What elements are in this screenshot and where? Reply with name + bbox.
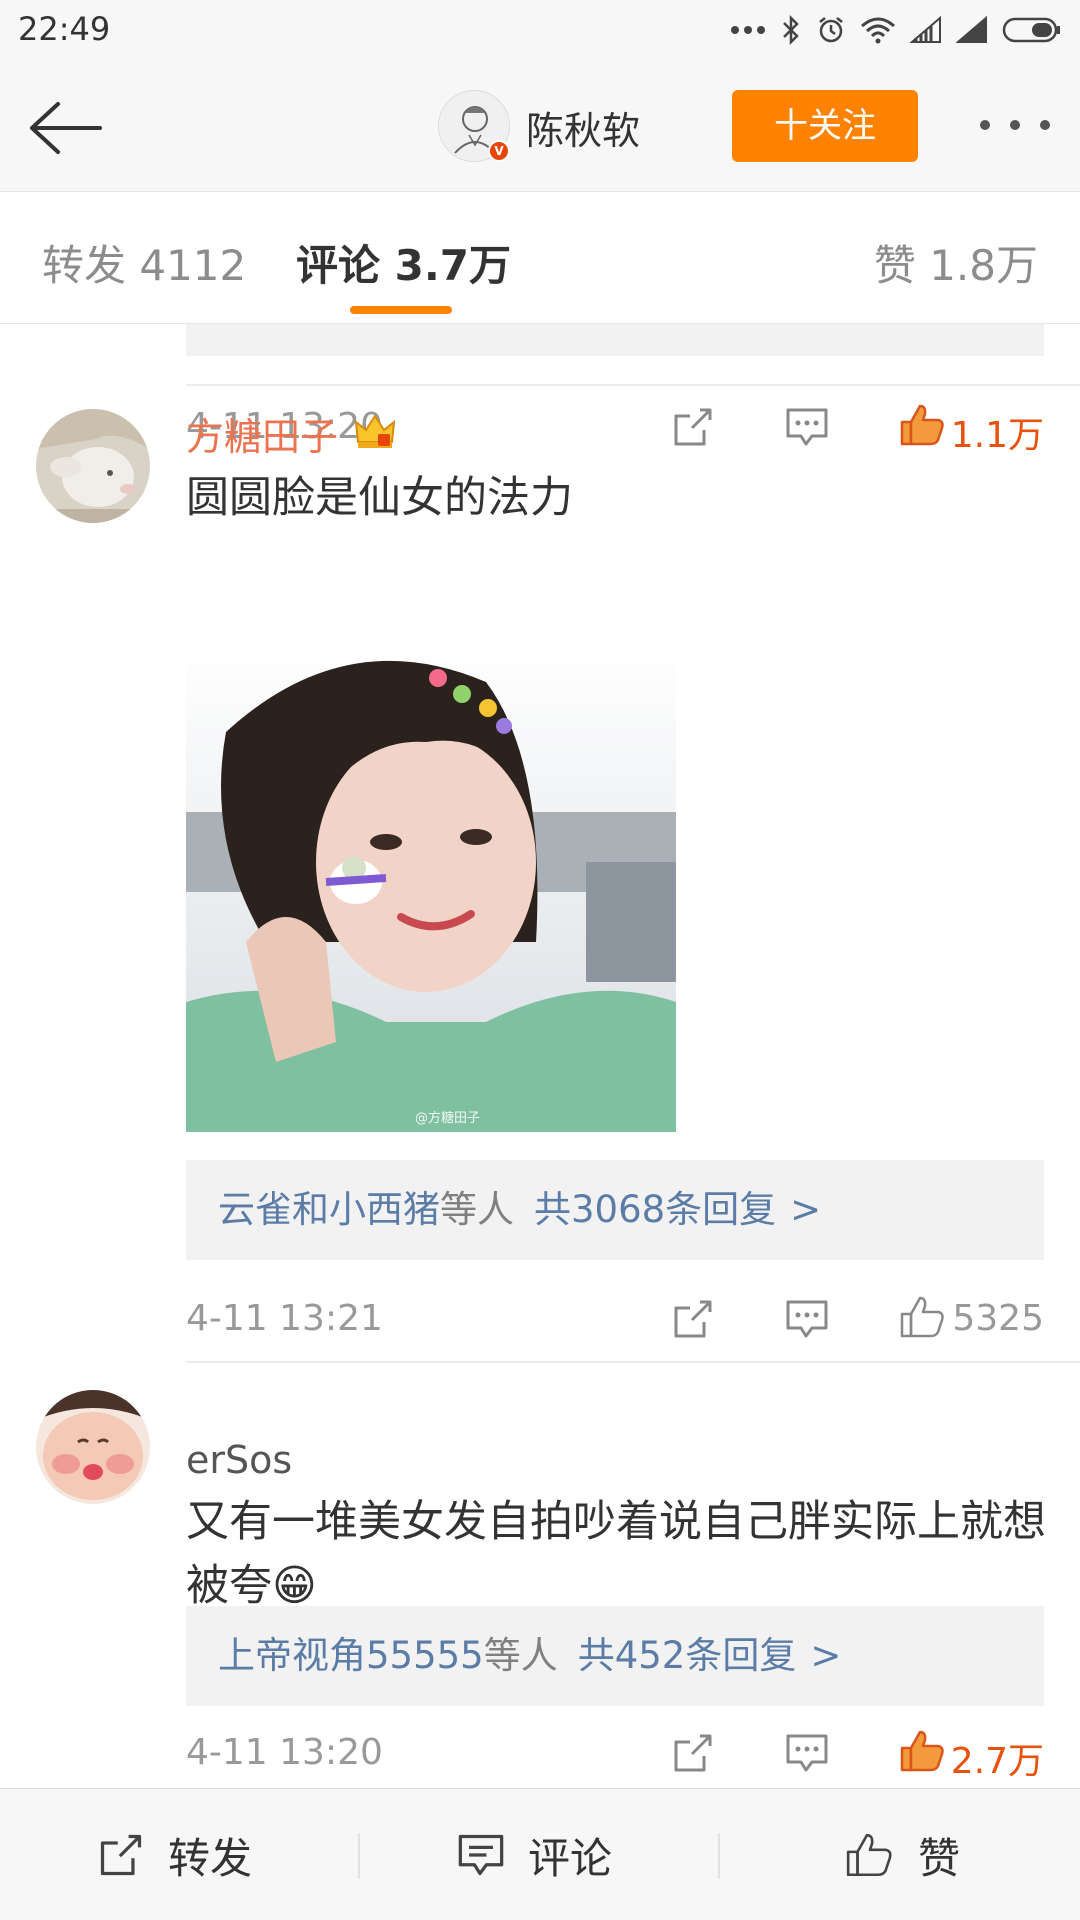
commenter-name[interactable]: erSos xyxy=(186,1438,292,1482)
tab-repost[interactable]: 转发 4112 xyxy=(42,232,246,293)
alarm-icon xyxy=(816,15,846,45)
reply-summary-box[interactable]: 上帝视角55555等人 共452条回复 > xyxy=(186,1606,1044,1706)
commenter-avatar[interactable] xyxy=(36,409,150,523)
member-crown-icon xyxy=(352,408,398,458)
share-icon xyxy=(100,1834,142,1876)
comment-button[interactable]: 评论 xyxy=(456,1789,612,1920)
like-label: 赞 xyxy=(918,1833,961,1883)
status-time: 22:49 xyxy=(18,10,111,48)
comment-list[interactable]: 亚lia图要开心鸭等人 共445条回复 > 4-11 13:20 1.1万 方糖… xyxy=(0,324,1080,1788)
more-dots-icon xyxy=(730,24,766,36)
share-icon[interactable] xyxy=(670,1296,716,1346)
image-watermark: @方糖田子 xyxy=(414,1111,480,1126)
reply-count[interactable]: 共3068条回复 xyxy=(534,1188,776,1231)
bar-divider xyxy=(358,1833,360,1879)
goat-avatar-image xyxy=(36,409,150,523)
commenter-avatar[interactable] xyxy=(36,1390,150,1504)
comment-icon[interactable] xyxy=(784,1730,830,1780)
comment-text: 圆圆脸是仙女的法力 xyxy=(186,473,573,523)
bar-divider xyxy=(718,1833,720,1879)
top-nav-bar: V 陈秋软 十关注 xyxy=(0,60,1080,192)
share-icon[interactable] xyxy=(670,404,716,454)
reply-suffix: 等人 xyxy=(483,1634,558,1677)
share-icon[interactable] xyxy=(670,1730,716,1780)
like-icon[interactable] xyxy=(898,1292,948,1346)
repost-button[interactable]: 转发 xyxy=(96,1789,252,1920)
signal-icon xyxy=(956,16,988,44)
bluetooth-icon xyxy=(780,15,802,45)
tab-comments[interactable]: 评论 3.7万 xyxy=(296,232,511,293)
chevron-right-icon: > xyxy=(790,1188,822,1231)
comment-text: 又有一堆美女发自拍吵着说自己胖实际上就想被夸😁 xyxy=(186,1497,1046,1611)
battery-icon xyxy=(1002,16,1062,44)
reply-users[interactable]: 云雀和小西猪 xyxy=(218,1188,440,1231)
status-icons xyxy=(730,10,1062,50)
like-button[interactable]: 赞 xyxy=(844,1789,960,1920)
bottom-action-bar: 转发 评论 赞 xyxy=(0,1788,1080,1920)
back-button[interactable] xyxy=(26,96,106,160)
comment-label: 评论 xyxy=(528,1833,613,1883)
repost-label: 转发 xyxy=(168,1833,253,1883)
comment-meta: 4-11 13:21 5325 xyxy=(186,1290,1044,1350)
like-count: 2.7万 xyxy=(950,1741,1044,1782)
reply-users[interactable]: 上帝视角55555 xyxy=(218,1634,484,1677)
comment-icon[interactable] xyxy=(784,404,830,454)
comment-divider xyxy=(186,384,1080,386)
like-icon xyxy=(846,1833,892,1877)
reply-suffix: 等人 xyxy=(440,1188,514,1231)
follow-button[interactable]: 十关注 xyxy=(732,90,918,162)
back-arrow-icon xyxy=(30,102,102,154)
comment-icon xyxy=(458,1834,504,1876)
reply-count[interactable]: 共452条回复 xyxy=(578,1634,797,1677)
comment-time: 4-11 13:21 xyxy=(186,1298,383,1339)
verified-badge: V xyxy=(488,140,510,162)
active-tab-indicator xyxy=(350,306,452,314)
reply-summary-box[interactable]: 云雀和小西猪等人 共3068条回复 > xyxy=(186,1160,1044,1260)
commenter-name[interactable]: 方糖田子 xyxy=(186,406,338,461)
more-options-icon[interactable] xyxy=(980,120,1050,134)
wifi-icon xyxy=(860,16,896,44)
comment-icon[interactable] xyxy=(784,1296,830,1346)
status-bar: 22:49 xyxy=(0,0,1080,60)
chevron-right-icon: > xyxy=(810,1634,842,1677)
detail-tabs: 转发 4112 评论 3.7万 赞 1.8万 xyxy=(0,192,1080,324)
like-count: 1.1万 xyxy=(950,415,1044,456)
baby-face-avatar-image xyxy=(36,1390,150,1504)
comment-time: 4-11 13:20 xyxy=(186,1732,383,1773)
selfie-photo-image xyxy=(186,642,676,1132)
signal-icon xyxy=(910,16,942,44)
tab-likes[interactable]: 赞 1.8万 xyxy=(874,232,1038,293)
like-count: 5325 xyxy=(952,1298,1044,1339)
like-icon[interactable] xyxy=(898,1726,948,1780)
like-icon[interactable] xyxy=(898,400,948,454)
comment-meta: 4-11 13:20 2.7万 xyxy=(186,1724,1044,1784)
comment-image[interactable]: @方糖田子 xyxy=(186,642,676,1132)
author-name[interactable]: 陈秋软 xyxy=(526,100,640,155)
comment-divider xyxy=(186,1361,1080,1363)
reply-summary-box[interactable]: 亚lia图要开心鸭等人 共445条回复 > xyxy=(186,324,1044,356)
